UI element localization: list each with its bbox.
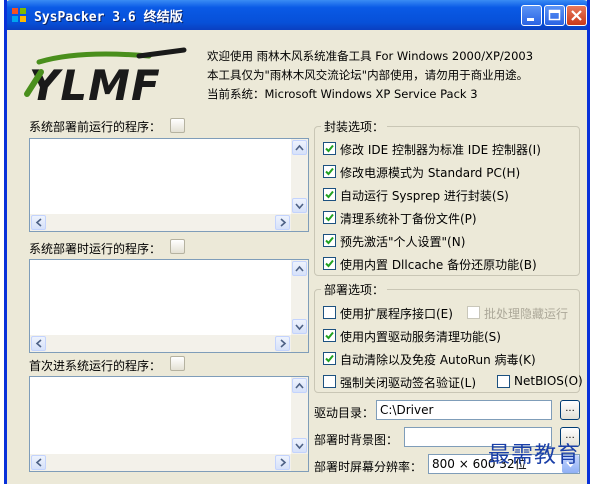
- maximize-button[interactable]: [544, 5, 565, 26]
- checkbox-label: 预先激活"个人设置"(N): [340, 235, 466, 249]
- pre-deploy-list[interactable]: [29, 138, 309, 232]
- scroll-down-icon[interactable]: [292, 438, 307, 453]
- checkbox-box[interactable]: [467, 306, 480, 319]
- syspacker-window: SysPacker 3.6 终结版 YLMF 欢迎使用 雨林木风系统准备工具 F…: [4, 0, 590, 484]
- check-icon: [325, 236, 334, 245]
- checkbox-box[interactable]: [323, 188, 336, 201]
- background-label: 部署时背景图：: [314, 433, 399, 447]
- vertical-scrollbar[interactable]: [291, 139, 308, 214]
- pre-deploy-small-button[interactable]: [170, 118, 185, 133]
- ylmf-logo: YLMF: [24, 47, 187, 110]
- scroll-down-icon[interactable]: [292, 319, 307, 334]
- scroll-up-icon[interactable]: [292, 140, 307, 155]
- driver-dir-input[interactable]: C:\Driver: [376, 400, 552, 420]
- check-icon: [325, 167, 334, 176]
- horizontal-scrollbar[interactable]: [30, 454, 291, 471]
- intro-text: 欢迎使用 雨林木风系统准备工具 For Windows 2000/XP/2003…: [207, 47, 533, 104]
- scroll-left-icon[interactable]: [31, 336, 46, 351]
- intro-line-1: 欢迎使用 雨林木风系统准备工具 For Windows 2000/XP/2003: [207, 49, 534, 63]
- checkbox-label: 使用内置 Dllcache 备份还原功能(B): [340, 258, 537, 272]
- checkbox-box[interactable]: [323, 306, 336, 319]
- vertical-scrollbar[interactable]: [291, 377, 308, 454]
- checkbox-box[interactable]: [497, 375, 510, 388]
- checkbox-box[interactable]: [323, 165, 336, 178]
- checkbox-label: 修改电源模式为 Standard PC(H): [340, 166, 521, 180]
- scroll-left-icon[interactable]: [31, 215, 46, 230]
- intro-line-2: 本工具仅为"雨林木风交流论坛"内部使用，请勿用于商业用途。: [207, 68, 529, 82]
- watermark: 最需教育: [488, 443, 581, 468]
- driver-dir-browse-button[interactable]: ...: [560, 400, 580, 420]
- first-login-list[interactable]: [29, 376, 309, 472]
- minimize-button[interactable]: [521, 5, 542, 26]
- checkbox-box[interactable]: [323, 257, 336, 270]
- pre-deploy-label: 系统部署前运行的程序：: [29, 120, 162, 134]
- check-icon: [325, 259, 334, 268]
- check-icon: [325, 213, 334, 222]
- scroll-right-icon[interactable]: [275, 455, 290, 470]
- check-icon: [325, 331, 334, 340]
- svg-text:YLMF: YLMF: [29, 61, 161, 110]
- minimize-icon: [527, 18, 534, 21]
- during-deploy-small-button[interactable]: [170, 239, 185, 254]
- checkbox-box[interactable]: [323, 211, 336, 224]
- maximize-icon: [548, 9, 561, 21]
- check-icon: [325, 144, 334, 153]
- scroll-down-icon[interactable]: [292, 198, 307, 213]
- intro-line-3: 当前系统：Microsoft Windows XP Service Pack 3: [207, 87, 478, 101]
- close-icon: [571, 10, 582, 21]
- checkbox-label: 批处理隐藏运行: [484, 307, 569, 321]
- vertical-scrollbar[interactable]: [291, 260, 308, 335]
- check-icon: [325, 354, 334, 363]
- checkbox-label: 使用扩展程序接口(E): [340, 307, 453, 321]
- scroll-corner: [291, 335, 308, 352]
- checkbox-label: 修改 IDE 控制器为标准 IDE 控制器(I): [340, 143, 541, 157]
- horizontal-scrollbar[interactable]: [30, 335, 291, 352]
- scroll-up-icon[interactable]: [292, 261, 307, 276]
- deploy-options-title: 部署选项：: [321, 281, 388, 298]
- during-deploy-label: 系统部署时运行的程序：: [29, 242, 162, 256]
- scroll-right-icon[interactable]: [275, 336, 290, 351]
- horizontal-scrollbar[interactable]: [30, 214, 291, 231]
- checkbox-label: 强制关闭驱动签名验证(L): [340, 376, 477, 390]
- checkbox-label: 自动清除以及免疫 AutoRun 病毒(K): [340, 353, 536, 367]
- first-login-small-button[interactable]: [170, 356, 185, 371]
- check-icon: [325, 190, 334, 199]
- close-button[interactable]: [566, 5, 587, 26]
- checkbox-box[interactable]: [323, 329, 336, 342]
- title-bar[interactable]: SysPacker 3.6 终结版: [7, 0, 587, 30]
- package-options-title: 封装选项：: [321, 118, 388, 135]
- checkbox-label: 使用内置驱动服务清理功能(S): [340, 330, 501, 344]
- scroll-corner: [291, 214, 308, 231]
- during-deploy-list[interactable]: [29, 259, 309, 353]
- app-icon: [12, 8, 26, 22]
- checkbox-box[interactable]: [323, 375, 336, 388]
- resolution-label: 部署时屏幕分辨率：: [314, 460, 423, 474]
- scroll-up-icon[interactable]: [292, 378, 307, 393]
- checkbox-box[interactable]: [323, 352, 336, 365]
- checkbox-box[interactable]: [323, 142, 336, 155]
- checkbox-label: 自动运行 Sysprep 进行封装(S): [340, 189, 509, 203]
- checkbox-label: 清理系统补丁备份文件(P): [340, 212, 477, 226]
- checkbox-label: NetBIOS(O): [514, 374, 583, 388]
- scroll-corner: [291, 454, 308, 471]
- scroll-right-icon[interactable]: [275, 215, 290, 230]
- driver-dir-label: 驱动目录：: [314, 406, 375, 420]
- scroll-left-icon[interactable]: [31, 455, 46, 470]
- window-title: SysPacker 3.6 终结版: [34, 10, 183, 25]
- first-login-label: 首次进系统运行的程序：: [29, 359, 162, 373]
- checkbox-box[interactable]: [323, 234, 336, 247]
